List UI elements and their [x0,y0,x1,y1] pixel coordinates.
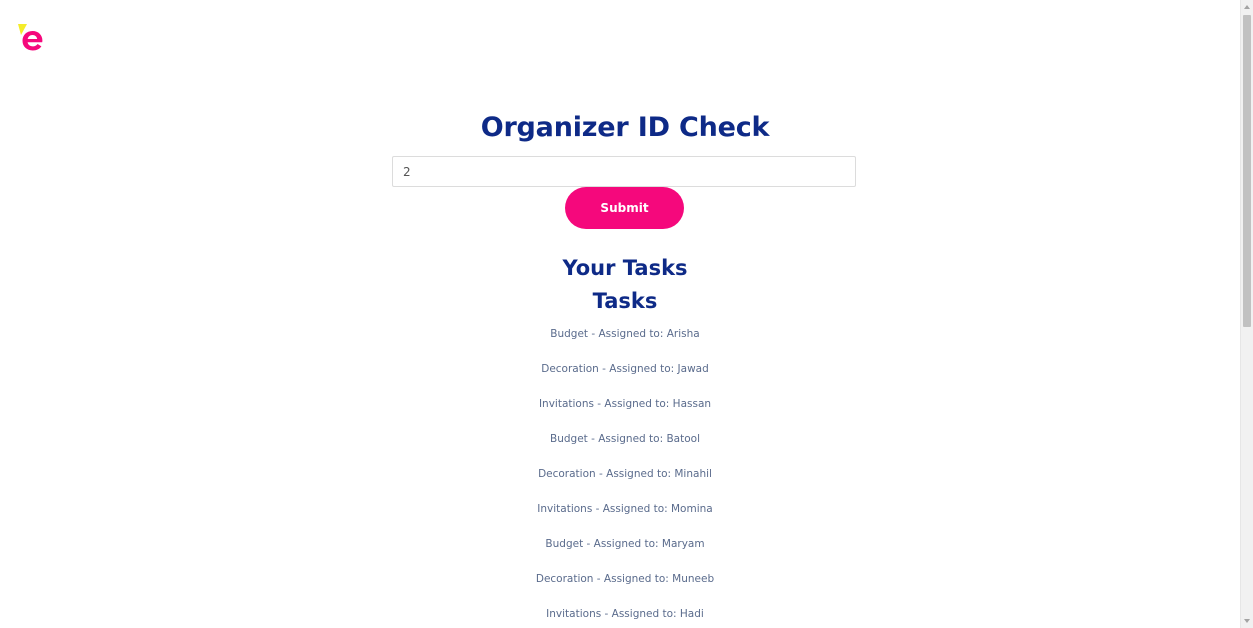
page: Organizer ID Check Submit Your Tasks Tas… [0,0,1253,628]
main-content: Organizer ID Check Submit Your Tasks Tas… [0,0,1240,628]
vertical-scrollbar[interactable] [1240,0,1253,628]
task-item: Decoration - Assigned to: Minahil [538,468,712,480]
organizer-id-input[interactable] [392,156,856,187]
your-tasks-heading: Your Tasks [562,256,688,280]
scrollbar-thumb[interactable] [1243,15,1251,327]
task-list: Budget - Assigned to: Arisha Decoration … [0,326,1250,628]
task-item: Invitations - Assigned to: Hassan [538,398,712,410]
task-item: Budget - Assigned to: Maryam [545,538,705,550]
task-item: Decoration - Assigned to: Jawad [541,363,709,375]
page-title: Organizer ID Check [480,112,770,143]
scroll-down-arrow-icon[interactable] [1244,619,1250,623]
tasks-subheading: Tasks [592,289,658,313]
task-item: Invitations - Assigned to: Momina [537,503,713,515]
task-item: Invitations - Assigned to: Hadi [546,608,704,620]
e-logo-icon[interactable] [18,24,48,52]
submit-button[interactable]: Submit [565,187,684,229]
task-item: Budget - Assigned to: Arisha [550,328,700,340]
task-item: Decoration - Assigned to: Muneeb [535,573,715,585]
scroll-up-arrow-icon[interactable] [1244,5,1250,9]
task-item: Budget - Assigned to: Batool [550,433,700,445]
